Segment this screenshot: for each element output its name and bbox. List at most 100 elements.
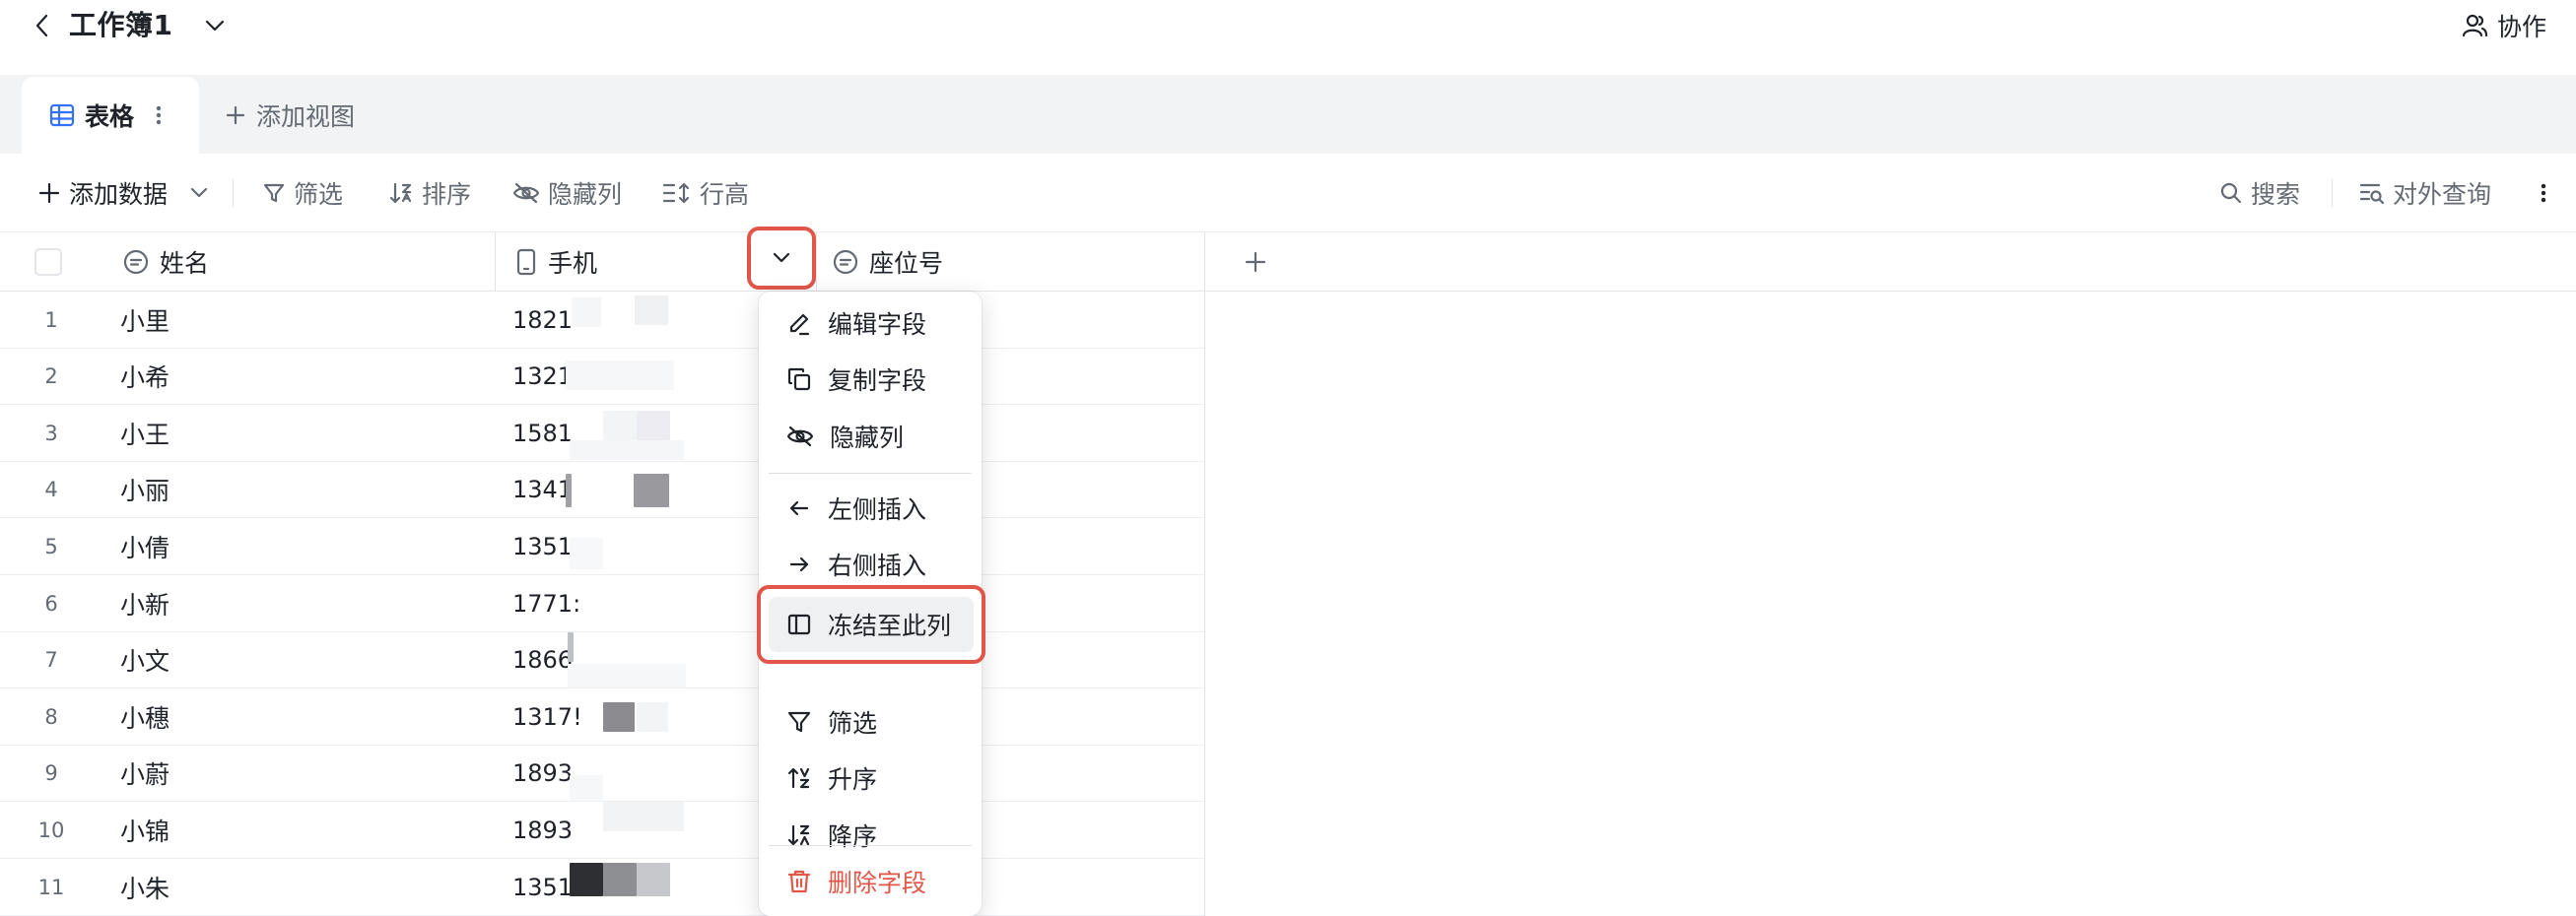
data-grid: 姓名 手机 座位号 1 小里 1821 2 小希 1321 3 小王 1581 … <box>0 232 2576 916</box>
phone-cell[interactable]: 1893 <box>512 746 573 802</box>
name-cell[interactable]: 小希 <box>120 349 169 405</box>
phone-cell[interactable]: 1351 <box>512 518 573 574</box>
more-vertical-icon <box>2541 182 2546 204</box>
table-row[interactable]: 8 小穗 1317! <box>0 688 1204 746</box>
menu-item-label: 隐藏列 <box>830 424 905 452</box>
name-cell[interactable]: 小王 <box>120 405 169 461</box>
column-dropdown-button[interactable] <box>747 227 816 290</box>
workbook-title[interactable]: 工作簿1 <box>69 6 172 45</box>
back-arrow-icon[interactable] <box>28 8 57 43</box>
menu-divider <box>769 473 972 474</box>
row-number: 6 <box>44 591 58 616</box>
column-header-seat[interactable]: 座位号 <box>832 232 943 292</box>
name-cell[interactable]: 小文 <box>120 632 169 688</box>
table-row[interactable]: 2 小希 1321 <box>0 348 1204 406</box>
column-phone-label: 手机 <box>548 249 598 278</box>
sort-ascending-icon <box>786 765 812 791</box>
table-row[interactable]: 4 小丽 1341 <box>0 461 1204 519</box>
redacted-block <box>566 473 572 507</box>
eye-off-icon <box>786 424 814 449</box>
toolbar-divider <box>233 179 234 207</box>
table-row[interactable]: 10 小锦 1893 <box>0 802 1204 859</box>
menu-item-filter[interactable]: 筛选 <box>769 695 972 749</box>
menu-item-ascending[interactable]: 升序 <box>769 752 972 805</box>
top-bar: 工作簿1 协作 <box>0 0 2576 75</box>
phone-cell[interactable]: 1821 <box>512 292 573 348</box>
add-view-button[interactable]: 添加视图 <box>225 77 355 154</box>
name-cell[interactable]: 小倩 <box>120 518 169 574</box>
filter-icon <box>262 181 286 205</box>
add-data-button[interactable]: 添加数据 <box>37 154 209 232</box>
search-button[interactable]: 搜索 <box>2219 154 2300 232</box>
redacted-block <box>635 295 668 325</box>
menu-item-duplicate-field[interactable]: 复制字段 <box>769 353 972 406</box>
pencil-icon <box>786 310 812 336</box>
menu-item-freeze-row[interactable]: 冻结至此列 <box>769 598 974 651</box>
tab-table-label: 表格 <box>85 102 135 131</box>
row-number: 1 <box>44 307 58 332</box>
redacted-block <box>637 702 668 733</box>
phone-cell[interactable]: 1321 <box>512 349 573 405</box>
collaborate-button[interactable]: 协作 <box>2462 8 2546 43</box>
more-vertical-icon[interactable] <box>156 104 162 126</box>
phone-icon <box>514 248 538 276</box>
plus-icon <box>37 181 61 205</box>
phone-cell[interactable]: 1866 <box>512 632 573 688</box>
menu-item-insert-left[interactable]: 左侧插入 <box>769 482 972 535</box>
chevron-down-icon[interactable] <box>199 10 231 41</box>
name-cell[interactable]: 小蔚 <box>120 746 169 802</box>
table-row[interactable]: 11 小朱 1351 <box>0 859 1204 916</box>
menu-item-descending[interactable]: 降序 <box>769 809 972 862</box>
name-cell[interactable]: 小新 <box>120 575 169 631</box>
text-field-icon <box>832 248 859 276</box>
table-row[interactable]: 3 小王 1581 <box>0 405 1204 462</box>
menu-item-label: 右侧插入 <box>828 552 927 580</box>
redacted-block <box>603 702 635 733</box>
name-cell[interactable]: 小锦 <box>120 802 169 858</box>
menu-item-label: 筛选 <box>828 709 878 738</box>
row-number: 8 <box>44 704 58 729</box>
menu-item-label: 复制字段 <box>828 366 927 395</box>
filter-button[interactable]: 筛选 <box>262 154 343 232</box>
redacted-block <box>572 297 601 327</box>
redacted-block <box>603 863 637 896</box>
chevron-down-icon[interactable] <box>189 187 209 199</box>
column-header-name[interactable]: 姓名 <box>122 232 209 292</box>
row-height-button[interactable]: 行高 <box>662 154 749 232</box>
menu-item-label: 编辑字段 <box>828 310 927 339</box>
row-number: 9 <box>44 761 58 786</box>
menu-item-insert-right[interactable]: 右侧插入 <box>769 538 972 591</box>
name-cell[interactable]: 小朱 <box>120 859 169 915</box>
phone-cell[interactable]: 1351 <box>512 859 573 915</box>
search-label: 搜索 <box>2251 180 2301 209</box>
table-row[interactable]: 5 小倩 1351 <box>0 518 1204 575</box>
sort-label: 排序 <box>422 180 472 209</box>
phone-cell[interactable]: 1341 <box>512 462 573 518</box>
table-row[interactable]: 9 小蔚 1893 <box>0 745 1204 803</box>
table-row[interactable]: 7 小文 1866 <box>0 631 1204 689</box>
phone-cell[interactable]: 1317! <box>512 688 582 745</box>
hide-columns-button[interactable]: 隐藏列 <box>512 154 622 232</box>
sort-button[interactable]: 排序 <box>388 154 471 232</box>
external-query-button[interactable]: 对外查询 <box>2359 154 2491 232</box>
add-column-button[interactable] <box>1244 232 1267 292</box>
table-icon <box>49 102 75 128</box>
menu-item-hide-column[interactable]: 隐藏列 <box>769 410 972 463</box>
table-row[interactable]: 1 小里 1821 <box>0 292 1204 349</box>
name-cell[interactable]: 小丽 <box>120 462 169 518</box>
column-header-phone[interactable]: 手机 <box>514 232 597 292</box>
phone-cell[interactable]: 1771: <box>512 575 580 631</box>
menu-item-freeze[interactable]: 冻结至此列 <box>769 597 974 652</box>
menu-item-delete-field[interactable]: 删除字段 <box>769 855 972 908</box>
tab-table-view[interactable]: 表格 <box>22 77 199 154</box>
name-cell[interactable]: 小里 <box>120 292 169 348</box>
name-cell[interactable]: 小穗 <box>120 688 169 745</box>
menu-item-edit-field[interactable]: 编辑字段 <box>769 296 972 350</box>
sort-icon <box>388 181 414 205</box>
phone-cell[interactable]: 1893 <box>512 802 573 858</box>
phone-cell[interactable]: 1581 <box>512 405 573 461</box>
copy-icon <box>786 366 812 392</box>
table-row[interactable]: 6 小新 1771: <box>0 575 1204 632</box>
select-all-checkbox[interactable] <box>34 232 63 292</box>
more-options-button[interactable] <box>2541 154 2546 232</box>
